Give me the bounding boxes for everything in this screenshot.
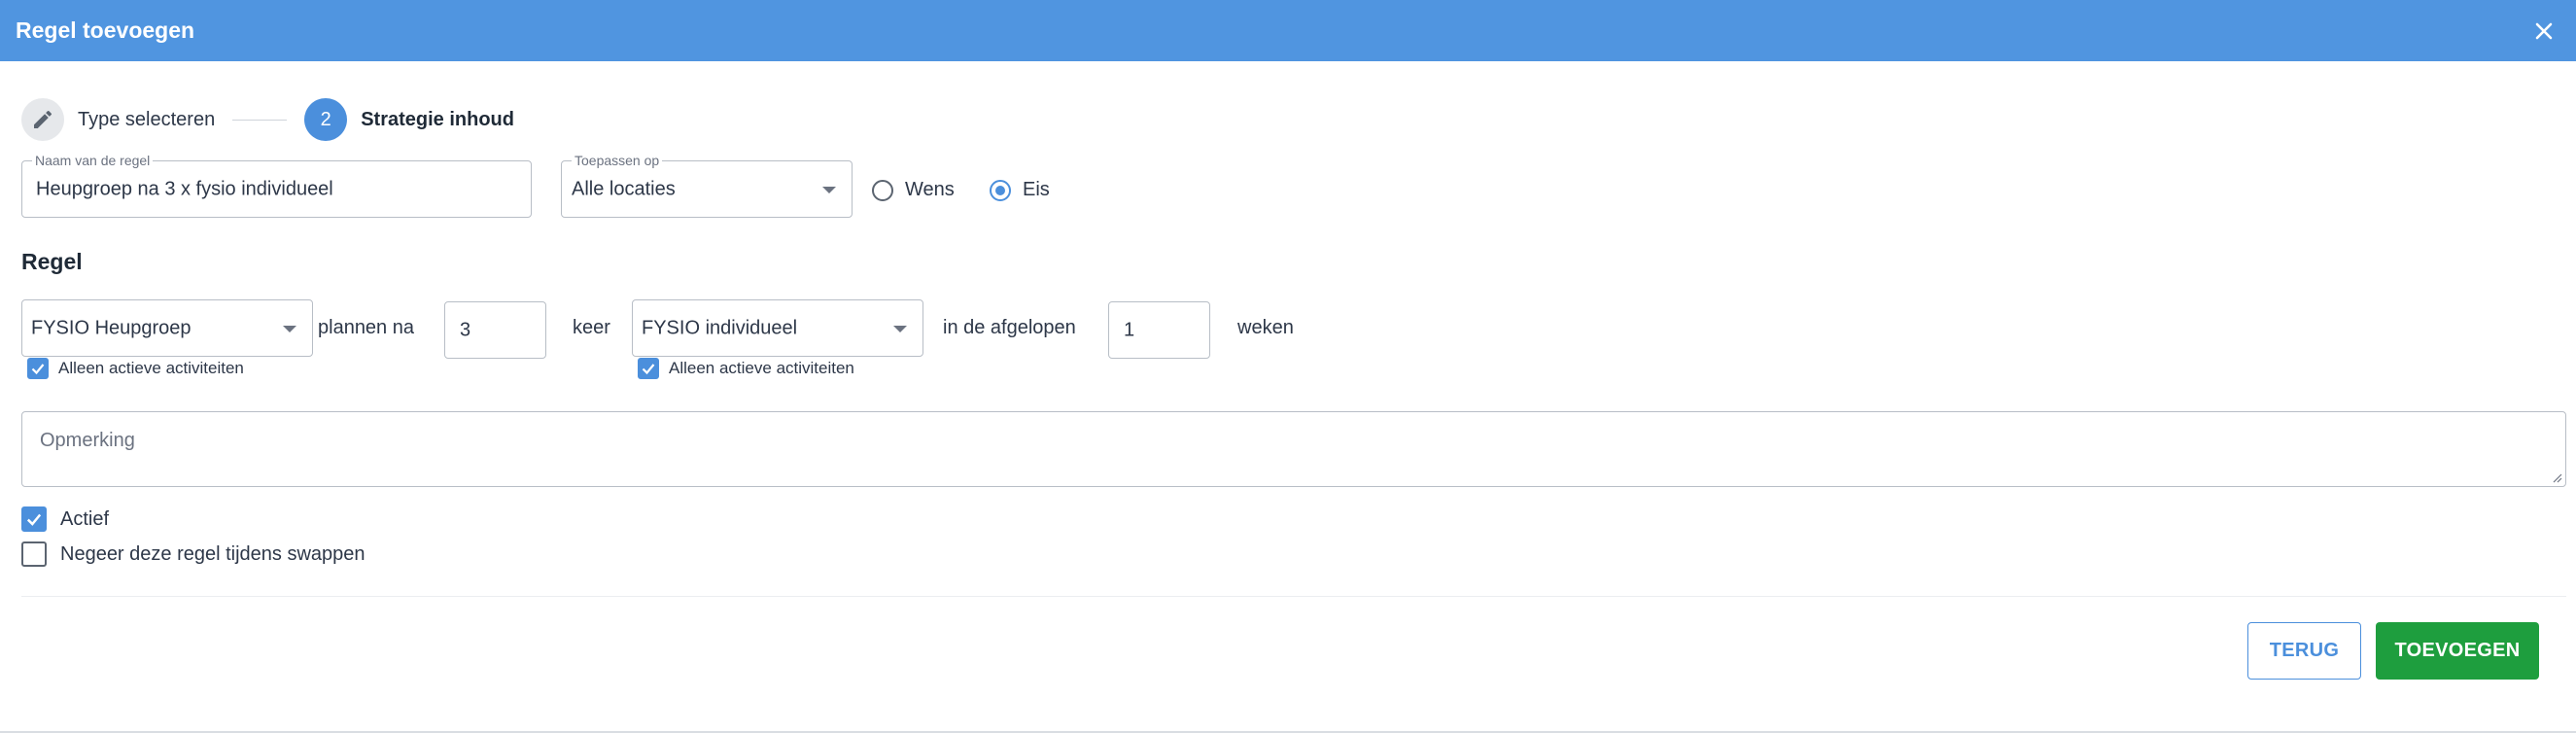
apply-to-label: Toepassen op — [572, 153, 663, 168]
chevron-down-icon — [283, 325, 296, 332]
step-2-number: 2 — [304, 98, 348, 141]
step-connector — [232, 119, 288, 121]
rule-name-label: Naam van de regel — [32, 153, 154, 168]
radio-eis[interactable]: Eis — [990, 179, 1050, 201]
text-plan-after: plannen na — [318, 317, 414, 338]
only-active-a-checkbox[interactable]: Alleen actieve activiteiten — [27, 358, 244, 379]
apply-to-value: Alle locaties — [572, 178, 676, 199]
only-active-a-box — [27, 358, 49, 379]
check-icon — [26, 513, 42, 526]
radio-wens-circle — [872, 179, 893, 201]
radio-eis-circle — [990, 179, 1011, 201]
check-icon — [31, 364, 45, 375]
pencil-icon — [34, 110, 52, 128]
step-1-label: Type selecteren — [78, 108, 216, 130]
close-icon — [2535, 22, 2553, 39]
weeks-value: 1 — [1124, 319, 1135, 340]
only-active-b-checkbox[interactable]: Alleen actieve activiteiten — [638, 358, 854, 379]
active-label: Actief — [60, 507, 110, 530]
ignore-swap-box — [21, 541, 47, 567]
remark-placeholder: Opmerking — [40, 430, 135, 451]
activity-a-value: FYSIO Heupgroep — [31, 317, 191, 338]
step-strategy-content[interactable]: 2 Strategie inhoud — [304, 98, 514, 141]
chevron-down-icon — [822, 186, 836, 193]
back-button[interactable]: TERUG — [2247, 622, 2361, 680]
add-button[interactable]: TOEVOEGEN — [2376, 622, 2539, 680]
resize-handle-icon[interactable] — [2551, 471, 2562, 483]
ignore-swap-label: Negeer deze regel tijdens swappen — [60, 542, 366, 565]
count-value: 3 — [460, 319, 471, 340]
active-checkbox[interactable]: Actief — [21, 506, 109, 532]
count-input[interactable]: 3 — [444, 301, 546, 359]
activity-b-select[interactable]: FYSIO individueel — [632, 299, 923, 357]
dialog-title: Regel toevoegen — [16, 17, 195, 43]
rule-name-value: Heupgroep na 3 x fysio individueel — [36, 178, 333, 199]
text-weeks: weken — [1237, 317, 1294, 338]
radio-eis-label: Eis — [1023, 179, 1050, 200]
only-active-a-label: Alleen actieve activiteiten — [58, 359, 244, 377]
dialog-header: Regel toevoegen — [0, 0, 2576, 61]
check-icon — [642, 364, 655, 375]
rule-section-title: Regel — [21, 249, 83, 274]
apply-to-select[interactable]: Toepassen op Alle locaties — [561, 153, 853, 218]
close-button[interactable] — [2531, 18, 2557, 44]
radio-wens[interactable]: Wens — [872, 179, 955, 201]
weeks-input[interactable]: 1 — [1108, 301, 1210, 359]
only-active-b-label: Alleen actieve activiteiten — [669, 359, 854, 377]
active-box — [21, 506, 47, 532]
only-active-b-box — [638, 358, 659, 379]
activity-b-value: FYSIO individueel — [642, 317, 798, 338]
activity-a-select[interactable]: FYSIO Heupgroep — [21, 299, 313, 357]
step-1-circle — [21, 98, 64, 141]
rule-name-field[interactable]: Naam van de regel Heupgroep na 3 x fysio… — [21, 153, 532, 218]
step-2-label: Strategie inhoud — [361, 108, 514, 130]
text-times: keer — [573, 317, 610, 338]
radio-eis-dot — [995, 185, 1005, 195]
text-in-last: in de afgelopen — [943, 317, 1076, 338]
remark-textarea[interactable]: Opmerking — [21, 411, 2566, 487]
radio-wens-label: Wens — [905, 179, 955, 200]
stepper: Type selecteren 2 Strategie inhoud — [21, 97, 514, 142]
ignore-swap-checkbox[interactable]: Negeer deze regel tijdens swappen — [21, 541, 366, 567]
chevron-down-icon — [893, 325, 907, 332]
footer-divider — [21, 596, 2566, 597]
step-type-select[interactable]: Type selecteren — [21, 98, 215, 141]
